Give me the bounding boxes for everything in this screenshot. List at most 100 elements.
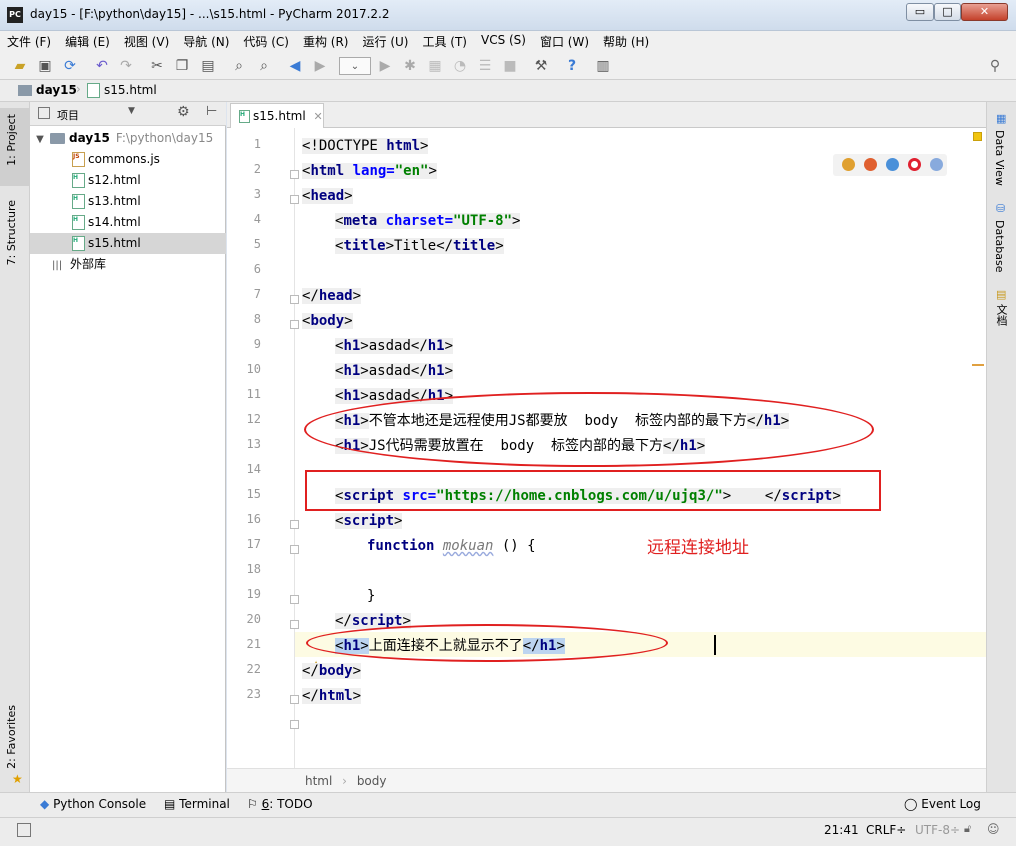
menu-refactor[interactable]: 重构 (R) [296, 31, 356, 52]
tree-item-s15-html[interactable]: Hs15.html [30, 233, 226, 254]
menu-navigate[interactable]: 导航 (N) [176, 31, 236, 52]
code-line[interactable]: <title>Title</title> [335, 234, 504, 259]
search-everywhere-icon[interactable]: ⚲ [986, 57, 1004, 75]
fold-marker-icon[interactable] [290, 595, 299, 604]
code-line[interactable]: </html> [302, 684, 362, 709]
dropdown-arrow-icon[interactable]: ▼ [128, 106, 135, 116]
menu-help[interactable]: 帮助 (H) [596, 31, 656, 52]
tab-docs[interactable]: 文档 [993, 304, 1009, 326]
tree-item-s12-html[interactable]: Hs12.html [30, 170, 226, 191]
line-separator[interactable]: CRLF÷ [866, 823, 906, 837]
forward-icon[interactable]: ▶ [311, 57, 329, 75]
code-line[interactable]: <meta charset="UTF-8"> [335, 209, 521, 234]
tab-project[interactable]: 1: Project [5, 114, 18, 166]
tab-database[interactable]: Database [993, 220, 1006, 273]
tree-root-day15[interactable]: ▼ day15 F:\python\day15 [30, 128, 226, 149]
sync-icon[interactable]: ⟳ [61, 57, 79, 75]
menu-window[interactable]: 窗口 (W) [533, 31, 596, 52]
code-line[interactable]: <html lang="en"> [302, 159, 437, 184]
menu-vcs[interactable]: VCS (S) [474, 31, 533, 52]
help-icon[interactable]: ? [563, 57, 581, 75]
fold-marker-icon[interactable] [290, 545, 299, 554]
code-line[interactable]: </body> [302, 659, 362, 684]
undo-icon[interactable]: ↶ [93, 57, 111, 75]
debug-icon[interactable]: ✱ [401, 57, 419, 75]
tree-item-external-libs[interactable]: ||| 外部库 [30, 254, 226, 275]
firefox-icon[interactable] [864, 158, 877, 171]
menu-run[interactable]: 运行 (U) [356, 31, 416, 52]
cut-icon[interactable]: ✂ [148, 57, 166, 75]
terminal-tab[interactable]: ▤ Terminal [164, 797, 230, 811]
breadcrumb-file[interactable]: s15.html [104, 83, 157, 97]
code-line[interactable]: <h1>asdad</h1> [335, 334, 454, 359]
tool-windows-icon[interactable] [17, 823, 31, 837]
event-log-tab[interactable]: ◯ Event Log [904, 797, 981, 811]
ie-icon[interactable] [930, 158, 943, 171]
sdk-icon[interactable]: ▥ [594, 57, 612, 75]
settings-icon[interactable]: ⚒ [532, 57, 550, 75]
tab-structure[interactable]: 7: Structure [5, 200, 18, 265]
inspection-status-icon[interactable] [973, 132, 982, 141]
open-icon[interactable]: ▰ [11, 57, 29, 75]
tree-item-s13-html[interactable]: Hs13.html [30, 191, 226, 212]
stop-icon[interactable]: ■ [501, 57, 519, 75]
breadcrumb-project[interactable]: day15 [36, 83, 77, 97]
tab-s15-html[interactable]: Hs15.html ✕ [230, 103, 324, 128]
breadcrumb-html[interactable]: html [305, 774, 332, 788]
back-icon[interactable]: ◀ [286, 57, 304, 75]
chrome-icon[interactable] [842, 158, 855, 171]
run-config-dropdown[interactable]: ⌄ [339, 57, 371, 75]
code-line[interactable]: <body> [302, 309, 353, 334]
profile-icon[interactable]: ◔ [451, 57, 469, 75]
menu-view[interactable]: 视图 (V) [117, 31, 176, 52]
code-line[interactable]: <head> [302, 184, 353, 209]
file-encoding[interactable]: UTF-8÷ [915, 823, 960, 837]
tree-item-commons-js[interactable]: JS commons.js [30, 149, 226, 170]
fold-marker-icon[interactable] [290, 720, 299, 729]
coverage-icon[interactable]: ▦ [426, 57, 444, 75]
tree-item-s14-html[interactable]: Hs14.html [30, 212, 226, 233]
project-view-selector[interactable]: 项目 [57, 107, 79, 123]
tab-favorites[interactable]: 2: Favorites [5, 705, 18, 769]
menu-tools[interactable]: 工具 (T) [415, 31, 474, 52]
run-icon[interactable]: ▶ [376, 57, 394, 75]
code-line[interactable]: </head> [302, 284, 362, 309]
opera-icon[interactable] [908, 158, 921, 171]
code-line[interactable]: } [367, 584, 375, 609]
fold-marker-icon[interactable] [290, 195, 299, 204]
fold-marker-icon[interactable] [290, 520, 299, 529]
tab-data-view[interactable]: Data View [993, 130, 1006, 186]
fold-marker-icon[interactable] [290, 170, 299, 179]
breadcrumb-body[interactable]: body [357, 774, 387, 788]
code-line[interactable]: <!DOCTYPE html> [302, 134, 429, 159]
fold-marker-icon[interactable] [290, 295, 299, 304]
menu-file[interactable]: 文件 (F) [0, 31, 58, 52]
todo-tab[interactable]: ⚐ 6: TODO [247, 797, 313, 811]
fold-marker-icon[interactable] [290, 695, 299, 704]
menu-code[interactable]: 代码 (C) [236, 31, 296, 52]
inspector-icon[interactable]: ☺ [987, 822, 1000, 836]
code-line[interactable]: <h1>asdad</h1> [335, 359, 454, 384]
maximize-button[interactable]: □ [934, 3, 961, 21]
fold-marker-icon[interactable] [290, 620, 299, 629]
safari-icon[interactable] [886, 158, 899, 171]
code-line[interactable]: <script> [335, 509, 403, 534]
save-icon[interactable]: ▣ [36, 57, 54, 75]
cursor-position[interactable]: 21:41 [824, 823, 859, 837]
paste-icon[interactable]: ▤ [199, 57, 217, 75]
concurrency-icon[interactable]: ☰ [476, 57, 494, 75]
python-console-tab[interactable]: ◆ Python Console [40, 797, 146, 811]
redo-icon[interactable]: ↷ [117, 57, 135, 75]
copy-icon[interactable]: ❐ [173, 57, 191, 75]
close-button[interactable]: ✕ [961, 3, 1008, 21]
expand-arrow-icon[interactable]: ▼ [30, 129, 50, 150]
lock-icon[interactable]: 🔓︎ [964, 822, 971, 836]
close-tab-icon[interactable]: ✕ [314, 110, 323, 123]
minimize-button[interactable]: ▭ [906, 3, 934, 21]
scrollbar-marker[interactable] [972, 364, 984, 366]
hide-panel-icon[interactable]: ⊢ [206, 104, 217, 119]
replace-icon[interactable]: ⌕ [255, 57, 273, 75]
find-icon[interactable]: ⌕ [230, 57, 248, 75]
fold-marker-icon[interactable] [290, 320, 299, 329]
code-line[interactable]: function mokuan () { [367, 534, 536, 559]
